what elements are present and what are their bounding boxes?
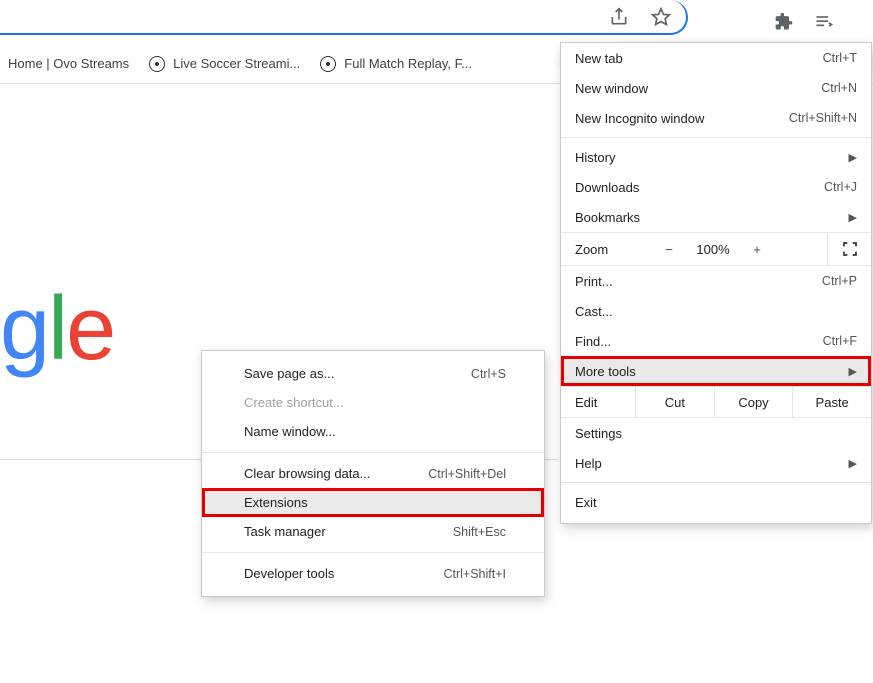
submenu-shortcut: Shift+Esc bbox=[453, 525, 506, 539]
submenu-shortcut: Ctrl+Shift+Del bbox=[428, 467, 506, 481]
submenu-clear-browsing-data[interactable]: Clear browsing data... Ctrl+Shift+Del bbox=[202, 459, 544, 488]
reading-list-icon[interactable] bbox=[807, 5, 841, 39]
chevron-right-icon: ▶ bbox=[849, 457, 857, 470]
menu-more-tools[interactable]: More tools ▶ bbox=[561, 356, 871, 386]
menu-settings[interactable]: Settings bbox=[561, 418, 871, 448]
menu-shortcut: Ctrl+P bbox=[822, 274, 857, 288]
soccer-icon bbox=[149, 56, 165, 72]
menu-label: More tools bbox=[575, 364, 636, 379]
more-tools-submenu: Save page as... Ctrl+S Create shortcut..… bbox=[201, 350, 545, 597]
share-icon[interactable] bbox=[602, 0, 636, 34]
menu-shortcut: Ctrl+N bbox=[821, 81, 857, 95]
menu-find[interactable]: Find... Ctrl+F bbox=[561, 326, 871, 356]
menu-exit[interactable]: Exit bbox=[561, 487, 871, 517]
soccer-icon bbox=[320, 56, 336, 72]
menu-label: History bbox=[575, 150, 615, 165]
submenu-shortcut: Ctrl+S bbox=[471, 367, 506, 381]
submenu-create-shortcut: Create shortcut... bbox=[202, 388, 544, 417]
logo-letter: g bbox=[0, 279, 48, 379]
zoom-in-button[interactable]: + bbox=[739, 242, 775, 257]
edit-paste-button[interactable]: Paste bbox=[792, 387, 871, 417]
zoom-out-button[interactable]: − bbox=[651, 242, 687, 257]
bookmark-label: Home | Ovo Streams bbox=[8, 56, 129, 71]
submenu-label: Name window... bbox=[244, 424, 336, 439]
menu-shortcut: Ctrl+Shift+N bbox=[789, 111, 857, 125]
submenu-label: Create shortcut... bbox=[244, 395, 344, 410]
submenu-extensions[interactable]: Extensions bbox=[202, 488, 544, 517]
menu-label: Edit bbox=[561, 395, 635, 410]
zoom-value: 100% bbox=[687, 242, 739, 257]
menu-label: Settings bbox=[575, 426, 622, 441]
submenu-separator bbox=[202, 552, 544, 553]
chrome-menu: New tab Ctrl+T New window Ctrl+N New Inc… bbox=[560, 42, 872, 524]
submenu-shortcut: Ctrl+Shift+I bbox=[443, 567, 506, 581]
submenu-developer-tools[interactable]: Developer tools Ctrl+Shift+I bbox=[202, 559, 544, 588]
menu-zoom-row: Zoom − 100% + bbox=[561, 232, 871, 266]
menu-bookmarks[interactable]: Bookmarks ▶ bbox=[561, 202, 871, 232]
menu-shortcut: Ctrl+J bbox=[824, 180, 857, 194]
bookmark-item[interactable]: Full Match Replay, F... bbox=[320, 56, 472, 72]
submenu-save-page[interactable]: Save page as... Ctrl+S bbox=[202, 359, 544, 388]
menu-label: Downloads bbox=[575, 180, 639, 195]
submenu-label: Task manager bbox=[244, 524, 326, 539]
menu-new-tab[interactable]: New tab Ctrl+T bbox=[561, 43, 871, 73]
submenu-label: Save page as... bbox=[244, 366, 334, 381]
omnibox[interactable] bbox=[0, 0, 688, 35]
bookmark-label: Full Match Replay, F... bbox=[344, 56, 472, 71]
google-logo-fragment: gle bbox=[0, 278, 114, 381]
menu-label: New Incognito window bbox=[575, 111, 704, 126]
bookmark-item[interactable]: Home | Ovo Streams bbox=[8, 56, 129, 71]
menu-separator bbox=[561, 482, 871, 483]
chevron-right-icon: ▶ bbox=[849, 365, 857, 378]
menu-label: Find... bbox=[575, 334, 611, 349]
menu-separator bbox=[561, 137, 871, 138]
menu-new-window[interactable]: New window Ctrl+N bbox=[561, 73, 871, 103]
edit-copy-button[interactable]: Copy bbox=[714, 387, 793, 417]
menu-label: Help bbox=[575, 456, 602, 471]
address-bar bbox=[0, 0, 873, 44]
submenu-separator bbox=[202, 452, 544, 453]
logo-letter: e bbox=[66, 279, 114, 379]
menu-new-incognito[interactable]: New Incognito window Ctrl+Shift+N bbox=[561, 103, 871, 133]
menu-help[interactable]: Help ▶ bbox=[561, 448, 871, 478]
chevron-right-icon: ▶ bbox=[849, 211, 857, 224]
menu-history[interactable]: History ▶ bbox=[561, 142, 871, 172]
menu-shortcut: Ctrl+F bbox=[823, 334, 857, 348]
submenu-label: Developer tools bbox=[244, 566, 334, 581]
menu-print[interactable]: Print... Ctrl+P bbox=[561, 266, 871, 296]
star-icon[interactable] bbox=[644, 0, 678, 34]
chevron-right-icon: ▶ bbox=[849, 151, 857, 164]
menu-label: New window bbox=[575, 81, 648, 96]
submenu-name-window[interactable]: Name window... bbox=[202, 417, 544, 446]
bookmark-item[interactable]: Live Soccer Streami... bbox=[149, 56, 300, 72]
logo-letter: l bbox=[48, 279, 66, 379]
submenu-label: Extensions bbox=[244, 495, 308, 510]
bookmark-label: Live Soccer Streami... bbox=[173, 56, 300, 71]
menu-label: Exit bbox=[575, 495, 597, 510]
submenu-task-manager[interactable]: Task manager Shift+Esc bbox=[202, 517, 544, 546]
menu-label: New tab bbox=[575, 51, 623, 66]
edit-cut-button[interactable]: Cut bbox=[635, 387, 714, 417]
menu-label: Bookmarks bbox=[575, 210, 640, 225]
fullscreen-icon[interactable] bbox=[827, 233, 871, 265]
extensions-icon[interactable] bbox=[767, 5, 801, 39]
menu-label: Print... bbox=[575, 274, 613, 289]
menu-label: Zoom bbox=[561, 242, 651, 257]
menu-edit-row: Edit Cut Copy Paste bbox=[561, 386, 871, 418]
menu-label: Cast... bbox=[575, 304, 613, 319]
submenu-label: Clear browsing data... bbox=[244, 466, 370, 481]
menu-cast[interactable]: Cast... bbox=[561, 296, 871, 326]
menu-shortcut: Ctrl+T bbox=[823, 51, 857, 65]
menu-downloads[interactable]: Downloads Ctrl+J bbox=[561, 172, 871, 202]
